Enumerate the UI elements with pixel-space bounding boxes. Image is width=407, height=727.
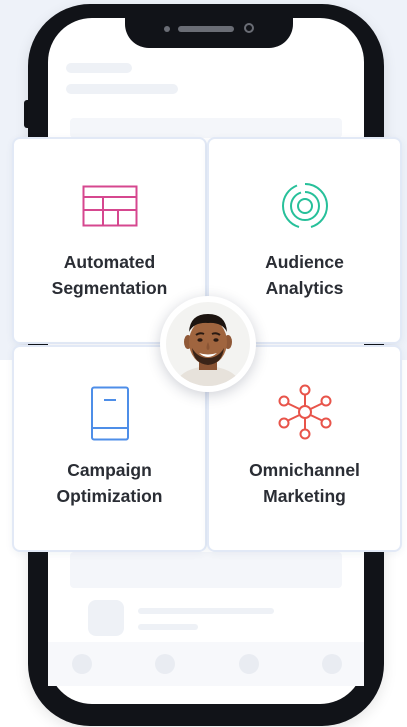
network-hub-icon bbox=[209, 384, 400, 440]
card-title-line: Audience bbox=[265, 252, 344, 272]
nav-dot-icon[interactable] bbox=[72, 654, 92, 674]
table-grid-icon bbox=[14, 181, 205, 231]
person-avatar bbox=[160, 296, 256, 392]
card-title: Audience Analytics bbox=[209, 249, 400, 301]
speaker-grille bbox=[178, 26, 234, 32]
skeleton-block bbox=[70, 552, 342, 588]
card-title-line: Optimization bbox=[56, 486, 163, 506]
card-title-line: Marketing bbox=[263, 486, 346, 506]
card-title: Omnichannel Marketing bbox=[209, 457, 400, 509]
skeleton-avatar bbox=[88, 600, 124, 636]
card-title-line: Analytics bbox=[265, 278, 344, 298]
skeleton-line bbox=[138, 608, 274, 614]
front-camera-icon bbox=[244, 23, 254, 33]
skeleton-line bbox=[66, 63, 132, 73]
skeleton-line bbox=[138, 624, 198, 630]
sensor-dot-icon bbox=[164, 26, 170, 32]
card-title-line: Omnichannel bbox=[249, 460, 360, 480]
nav-dot-icon[interactable] bbox=[239, 654, 259, 674]
bottom-nav-bar bbox=[48, 642, 364, 686]
nav-dot-icon[interactable] bbox=[322, 654, 342, 674]
book-icon bbox=[14, 386, 205, 441]
card-title-line: Automated bbox=[63, 252, 156, 272]
card-title: Campaign Optimization bbox=[14, 457, 205, 509]
card-title: Automated Segmentation bbox=[14, 249, 205, 301]
card-title-line: Campaign bbox=[67, 460, 152, 480]
concentric-target-icon bbox=[209, 181, 400, 231]
nav-dot-icon[interactable] bbox=[155, 654, 175, 674]
person-photo-icon bbox=[166, 302, 250, 386]
skeleton-block bbox=[70, 118, 342, 138]
card-title-line: Segmentation bbox=[51, 278, 168, 298]
skeleton-line bbox=[66, 84, 178, 94]
